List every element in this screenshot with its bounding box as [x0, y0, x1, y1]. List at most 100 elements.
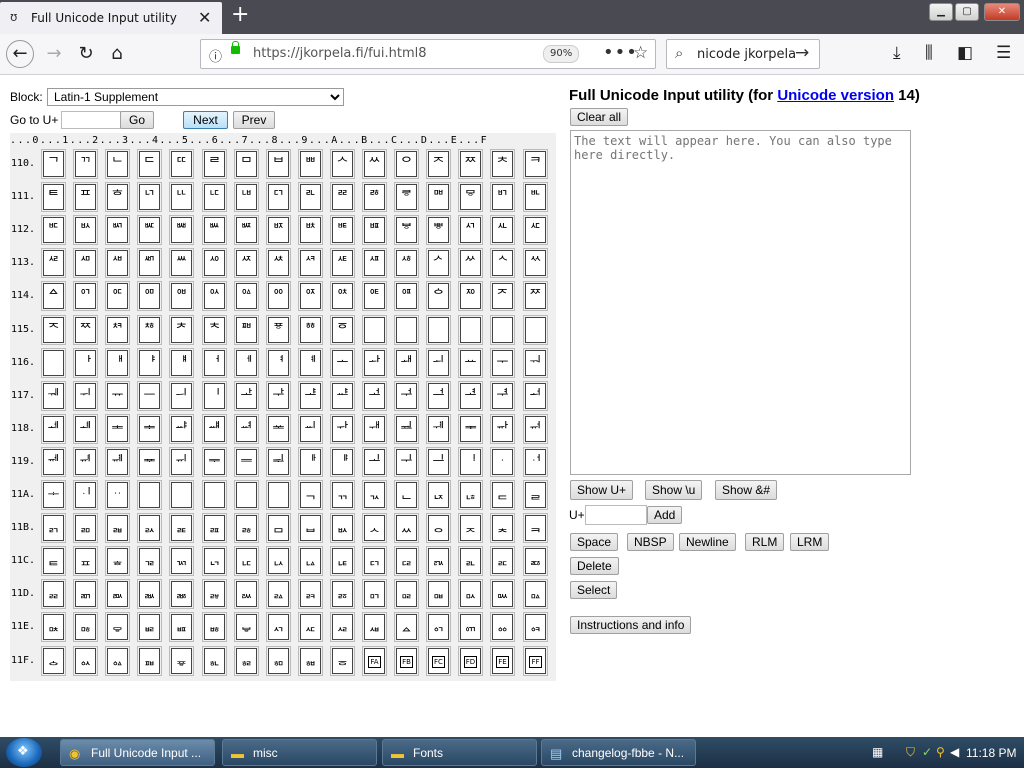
char-cell[interactable]: ᆪ [362, 480, 387, 510]
char-cell[interactable]: ᅅ [202, 281, 227, 311]
char-cell[interactable]: ᆫ [394, 480, 419, 510]
char-cell[interactable]: ᅰ [41, 381, 66, 411]
char-cell[interactable]: ᅈ [298, 281, 323, 311]
char-cell[interactable] [266, 480, 291, 510]
char-cell[interactable]: ᆙ [330, 447, 355, 477]
char-cell[interactable]: ᅗ [266, 315, 291, 345]
char-cell[interactable]: ᄪ [362, 215, 387, 245]
char-cell[interactable]: ᇓ [137, 579, 162, 609]
char-cell[interactable]: ᄃ [137, 149, 162, 179]
char-cell[interactable]: ᅹ [330, 381, 355, 411]
char-cell[interactable]: ᄼ [426, 248, 451, 278]
char-cell[interactable]: ᆴ [169, 513, 194, 543]
char-cell[interactable]: ᄏ [523, 149, 548, 179]
char-cell[interactable]: ᇋ [394, 546, 419, 576]
char-cell[interactable]: ᆚ [362, 447, 387, 477]
char-cell[interactable]: ᆆ [234, 414, 259, 444]
newline-button[interactable]: Newline [679, 533, 736, 551]
char-cell[interactable]: ᆁ [73, 414, 98, 444]
goto-input[interactable] [61, 111, 121, 129]
char-cell[interactable]: ᇐ [41, 579, 66, 609]
next-button[interactable]: Next [183, 111, 228, 129]
char-cell[interactable]: ᇏ [523, 546, 548, 576]
char-cell[interactable]: ᆛ [394, 447, 419, 477]
char-cell[interactable]: FE [490, 646, 515, 676]
char-cell[interactable]: ᇣ [137, 612, 162, 642]
char-cell[interactable]: ᄦ [234, 215, 259, 245]
char-cell[interactable]: ᅋ [394, 281, 419, 311]
char-cell[interactable]: ᄢ [105, 215, 130, 245]
nbsp-button[interactable]: NBSP [627, 533, 674, 551]
char-cell[interactable]: ᇮ [490, 612, 515, 642]
unicode-version-link[interactable]: Unicode version [777, 87, 894, 104]
char-cell[interactable]: ᅒ [105, 315, 130, 345]
char-cell[interactable]: ᆂ [105, 414, 130, 444]
network-icon[interactable]: ✓ [922, 745, 932, 759]
char-cell[interactable]: ᄵ [202, 248, 227, 278]
char-cell[interactable]: ᇟ [523, 579, 548, 609]
forward-icon[interactable]: → [40, 40, 68, 68]
char-cell[interactable]: ᆇ [266, 414, 291, 444]
char-cell[interactable]: ᄋ [394, 149, 419, 179]
char-cell[interactable]: ᅣ [137, 348, 162, 378]
char-cell[interactable]: FC [426, 646, 451, 676]
char-cell[interactable]: ᄆ [234, 149, 259, 179]
char-cell[interactable]: ᇗ [266, 579, 291, 609]
char-cell[interactable]: ᅆ [234, 281, 259, 311]
char-cell[interactable]: ᅑ [73, 315, 98, 345]
char-cell[interactable]: ᅴ [169, 381, 194, 411]
char-cell[interactable]: ᄬ [426, 215, 451, 245]
add-button[interactable]: Add [647, 506, 683, 524]
search-tray-icon[interactable]: ⚲ [936, 745, 945, 759]
char-cell[interactable]: ᄚ [362, 182, 387, 212]
taskbar-item-notepad[interactable]: ▤ changelog-fbbe - N... [541, 739, 696, 766]
char-cell[interactable]: ᅿ [523, 381, 548, 411]
menu-icon[interactable]: ☰ [996, 43, 1011, 63]
security-shield-icon[interactable]: ⛉ [906, 745, 915, 760]
char-cell[interactable] [458, 315, 483, 345]
char-cell[interactable]: ᇇ [266, 546, 291, 576]
volume-icon[interactable]: ◀ [950, 745, 959, 759]
char-cell[interactable]: ᆽ [458, 513, 483, 543]
char-cell[interactable]: ᅫ [394, 348, 419, 378]
char-cell[interactable]: ᇑ [73, 579, 98, 609]
char-cell[interactable]: ᄳ [137, 248, 162, 278]
uplus-input[interactable] [585, 505, 647, 525]
char-cell[interactable]: ᇠ [41, 612, 66, 642]
show-uplus-button[interactable]: Show U+ [570, 480, 634, 500]
char-cell[interactable]: ᇜ [426, 579, 451, 609]
char-cell[interactable]: ᆮ [490, 480, 515, 510]
char-cell[interactable]: ᆵ [202, 513, 227, 543]
url-text[interactable]: https://jkorpela.fi/fui.html8 [253, 46, 427, 61]
zoom-level-badge[interactable]: 90% [543, 45, 580, 63]
close-window-icon[interactable]: ✕ [984, 3, 1020, 21]
char-cell[interactable]: ᅘ [298, 315, 323, 345]
char-cell[interactable]: FA [362, 646, 387, 676]
char-cell[interactable]: ᆊ [362, 414, 387, 444]
char-cell[interactable]: ᇌ [426, 546, 451, 576]
taskbar-item-misc[interactable]: ▬ misc [222, 739, 377, 766]
char-cell[interactable]: FD [458, 646, 483, 676]
char-cell[interactable]: ᆝ [458, 447, 483, 477]
char-cell[interactable]: ᆷ [266, 513, 291, 543]
char-cell[interactable]: ᆳ [137, 513, 162, 543]
char-cell[interactable]: ᄊ [362, 149, 387, 179]
space-button[interactable]: Space [570, 533, 619, 551]
char-cell[interactable]: ᆕ [202, 447, 227, 477]
char-cell[interactable]: ᆎ [490, 414, 515, 444]
url-bar[interactable]: ⓘ https://jkorpela.fi/fui.html8 90% ••• … [200, 39, 656, 69]
char-cell[interactable]: ᇧ [266, 612, 291, 642]
char-cell[interactable]: ᇭ [458, 612, 483, 642]
char-cell[interactable]: ᄶ [234, 248, 259, 278]
char-cell[interactable]: ᅁ [73, 281, 98, 311]
char-cell[interactable]: ᄍ [458, 149, 483, 179]
char-cell[interactable]: ᇹ [330, 646, 355, 676]
char-cell[interactable]: ᇳ [137, 646, 162, 676]
char-cell[interactable]: ᄝ [458, 182, 483, 212]
char-cell[interactable]: ᅀ [41, 281, 66, 311]
char-cell[interactable]: ᇫ [394, 612, 419, 642]
char-cell[interactable]: ᅢ [105, 348, 130, 378]
char-cell[interactable]: ᆻ [394, 513, 419, 543]
char-cell[interactable]: ᅏ [523, 281, 548, 311]
char-cell[interactable]: ᅓ [137, 315, 162, 345]
